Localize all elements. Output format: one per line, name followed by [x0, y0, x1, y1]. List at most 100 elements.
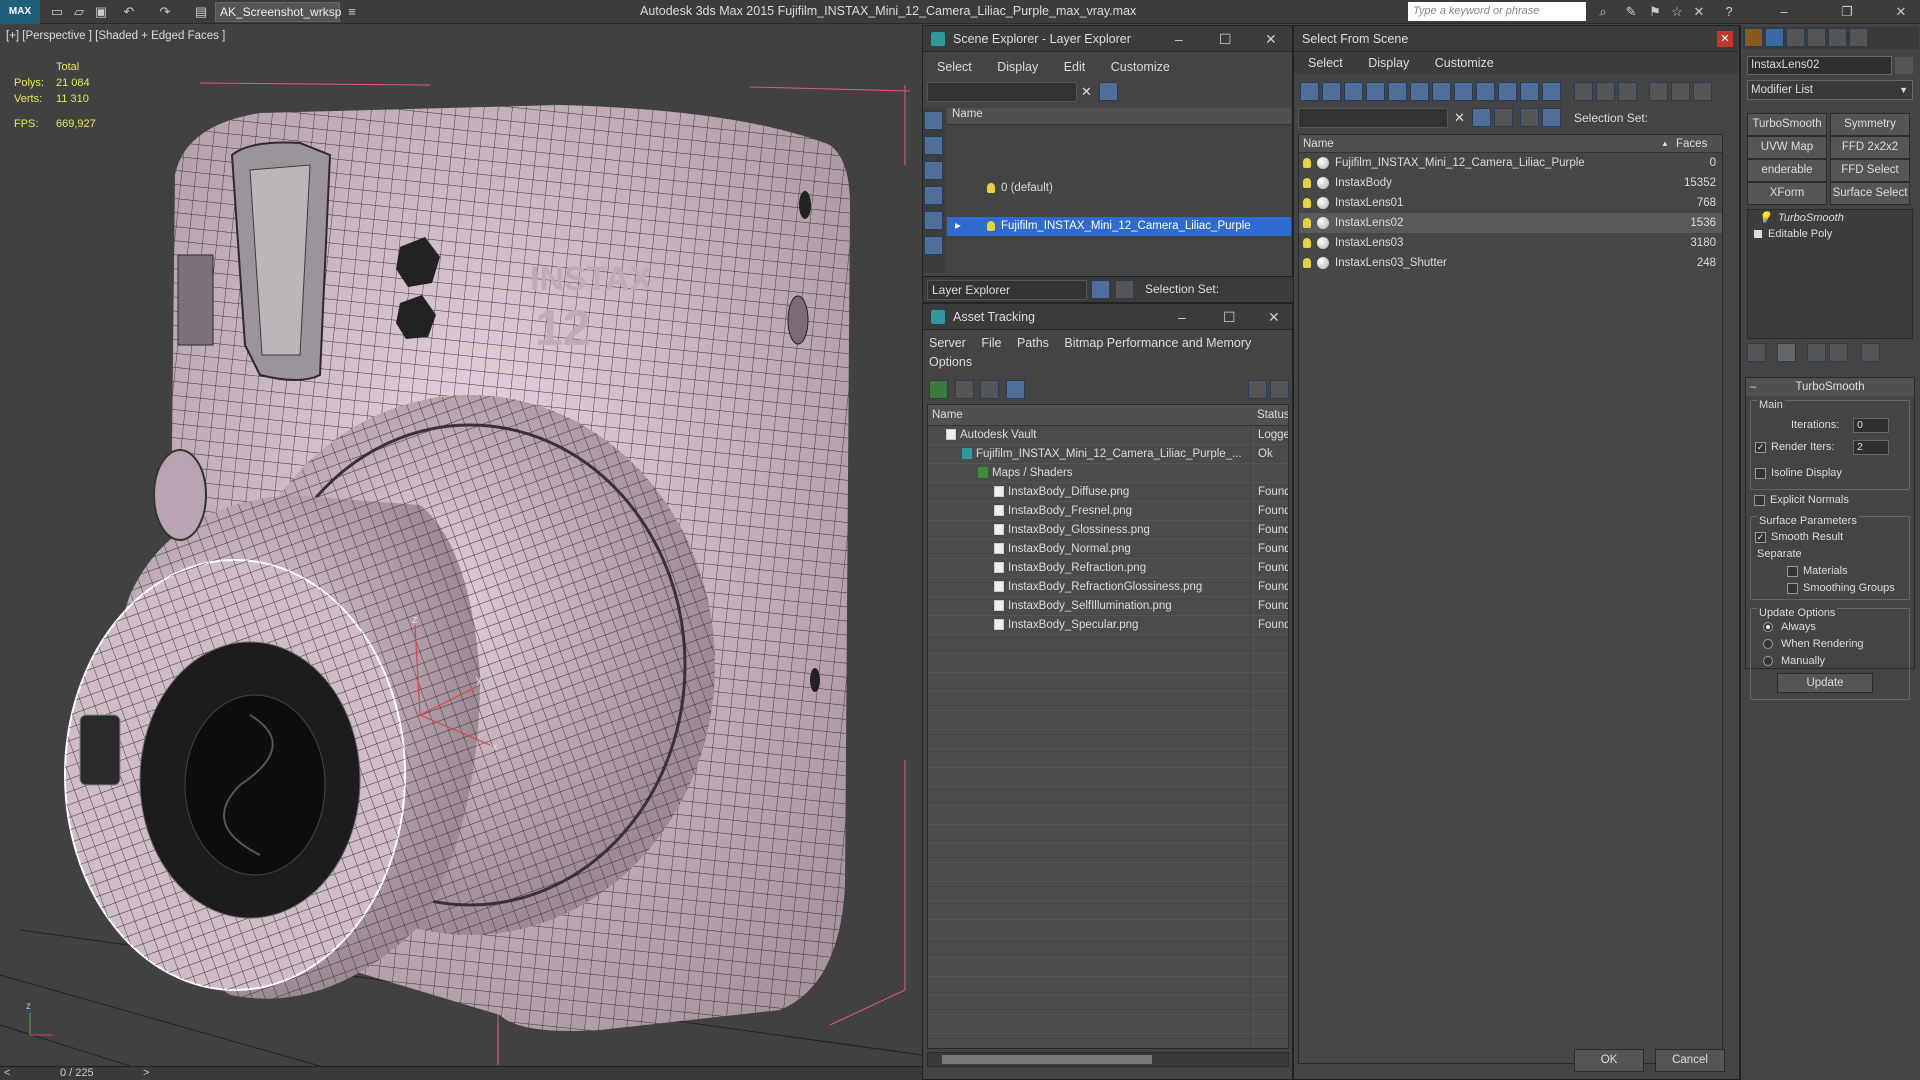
open-file-icon[interactable]: ▱ [70, 3, 88, 21]
subscription-icon[interactable]: ⚑ [1646, 3, 1664, 21]
col-faces[interactable]: Faces [1676, 135, 1707, 153]
display-geometry-icon[interactable] [924, 136, 943, 155]
close-window-icon[interactable]: ✕ [1892, 3, 1910, 21]
menu-display[interactable]: Display [1368, 56, 1409, 70]
scene-object-row[interactable]: InstaxBody 15352 [1299, 173, 1722, 193]
render-iters-checkbox[interactable]: ✓ [1755, 441, 1766, 453]
update-button[interactable]: Update [1777, 673, 1873, 693]
display-shapes-icon[interactable] [924, 161, 943, 180]
display-none-icon[interactable] [924, 111, 943, 130]
display-groups-icon[interactable] [1432, 82, 1451, 101]
undo-icon[interactable]: ↶ [120, 3, 138, 21]
ffd-2x2x2-button[interactable]: FFD 2x2x2 [1830, 136, 1910, 159]
object-name-input[interactable]: InstaxLens02 [1747, 56, 1892, 75]
visibility-bulb-icon[interactable] [1303, 157, 1311, 168]
settings-icon[interactable] [1270, 380, 1289, 399]
scene-search-input[interactable] [1298, 108, 1448, 128]
menu-customize[interactable]: Customize [1111, 60, 1170, 74]
maximize-icon[interactable]: ☐ [1223, 304, 1236, 330]
workspace-menu-icon[interactable]: ≡ [343, 3, 361, 21]
display-lights-icon[interactable] [924, 186, 943, 205]
always-radio[interactable] [1763, 622, 1773, 633]
remove-modifier-icon[interactable] [1829, 343, 1848, 362]
asset-row[interactable]: Maps / Shaders [928, 464, 1288, 483]
asset-col-status[interactable]: Status [1257, 405, 1288, 426]
menu-customize[interactable]: Customize [1435, 56, 1494, 70]
help-icon[interactable] [1248, 380, 1267, 399]
invert-display-icon[interactable] [1617, 82, 1637, 101]
smoothing-groups-checkbox[interactable] [1787, 582, 1798, 594]
surface-select-button[interactable]: Surface Select [1830, 182, 1910, 205]
binoculars-icon[interactable]: ⌕ [1594, 3, 1612, 21]
symmetry-button[interactable]: Symmetry [1830, 113, 1910, 136]
menu-edit[interactable]: Edit [1064, 60, 1086, 74]
isoline-checkbox[interactable] [1755, 467, 1766, 479]
menu-options[interactable]: Options [929, 355, 972, 369]
asset-row[interactable]: InstaxBody_Fresnel.png Found [928, 502, 1288, 521]
layer-row-camera[interactable]: ▸ Fujifilm_INSTAX_Mini_12_Camera_Liliac_P… [947, 217, 1291, 236]
cancel-button[interactable]: Cancel [1655, 1049, 1725, 1072]
lightbulb-icon[interactable]: 💡 [1758, 210, 1772, 226]
scene-object-row[interactable]: InstaxLens03 3180 [1299, 233, 1722, 253]
menu-display[interactable]: Display [997, 60, 1038, 74]
filter-funnel-icon[interactable] [1649, 82, 1669, 101]
table-view-icon[interactable] [1005, 380, 1025, 399]
close-icon[interactable]: ✕ [1268, 304, 1280, 330]
hierarchy-mode-icon[interactable] [1115, 280, 1134, 299]
turbosmooth-button[interactable]: TurboSmooth [1747, 113, 1827, 136]
xform-button[interactable]: XForm [1747, 182, 1827, 205]
help-icon[interactable]: ? [1720, 3, 1738, 21]
ffd-select-button[interactable]: FFD Select [1830, 159, 1910, 182]
hierarchy-icon[interactable] [1671, 82, 1691, 101]
visibility-bulb-icon[interactable] [987, 182, 995, 193]
filter-icon[interactable] [1472, 108, 1491, 127]
asset-row[interactable]: InstaxBody_Diffuse.png Found [928, 483, 1288, 502]
visibility-bulb-icon[interactable] [1303, 257, 1311, 268]
asset-row[interactable]: InstaxBody_Specular.png Found [928, 616, 1288, 635]
new-file-icon[interactable]: ▭ [48, 3, 66, 21]
next-frame-icon[interactable]: > [143, 1067, 149, 1079]
display-frozen-icon[interactable] [1520, 82, 1539, 101]
minimize-window-icon[interactable]: – [1775, 3, 1793, 21]
menu-select[interactable]: Select [1308, 56, 1343, 70]
display-cameras-icon[interactable] [1366, 82, 1385, 101]
perspective-viewport[interactable]: INSTAX 12 x y z z [+] [Perspective] [Sh… [0, 25, 922, 1066]
stack-item-editable-poly[interactable]: Editable Poly [1748, 226, 1912, 242]
smooth-result-checkbox[interactable]: ✓ [1755, 531, 1766, 543]
layer-explorer-titlebar[interactable]: Scene Explorer - Layer Explorer – ☐ ✕ [923, 26, 1292, 52]
project-folder-icon[interactable]: ▤ [192, 3, 210, 21]
hierarchy-mode-icon[interactable] [1542, 108, 1561, 127]
minimize-icon[interactable]: – [1175, 26, 1183, 52]
manually-radio[interactable] [1763, 656, 1773, 667]
make-unique-icon[interactable] [1807, 343, 1826, 362]
clear-search-icon[interactable]: ✕ [1454, 110, 1465, 126]
modifier-list-dropdown[interactable]: Modifier List ▼ [1747, 80, 1913, 100]
restore-window-icon[interactable]: ❐ [1838, 3, 1856, 21]
sort-ascending-icon[interactable]: ▲ [1661, 135, 1669, 153]
horizontal-scrollbar[interactable] [927, 1052, 1289, 1067]
scene-object-row[interactable]: InstaxLens02 1536 [1299, 213, 1722, 233]
visibility-bulb-icon[interactable] [1303, 197, 1311, 208]
explicit-normals-row[interactable]: Explicit Normals [1754, 494, 1849, 506]
scene-object-row[interactable]: InstaxLens01 768 [1299, 193, 1722, 213]
display-containers-icon[interactable] [1498, 82, 1517, 101]
asset-row[interactable]: InstaxBody_Glossiness.png Found [928, 521, 1288, 540]
layer-filter-input[interactable] [927, 82, 1077, 102]
tools-icon[interactable]: ✎ [1622, 3, 1640, 21]
search-input[interactable]: Type a keyword or phrase [1408, 2, 1586, 21]
when-rendering-radio[interactable] [1763, 639, 1773, 650]
select-from-scene-titlebar[interactable]: Select From Scene ✕ [1294, 26, 1739, 52]
columns-icon[interactable] [1693, 82, 1713, 101]
close-icon[interactable]: ✕ [1265, 26, 1277, 52]
asset-tracking-titlebar[interactable]: Asset Tracking – ☐ ✕ [923, 304, 1292, 330]
stack-item-turbosmooth[interactable]: 💡 TurboSmooth [1748, 210, 1912, 226]
renderable-spline-button[interactable]: enderable Splin [1747, 159, 1827, 182]
asset-row[interactable]: InstaxBody_SelfIllumination.png Found [928, 597, 1288, 616]
filter-icon[interactable] [1099, 82, 1118, 101]
menu-paths[interactable]: Paths [1017, 336, 1049, 350]
close-icon[interactable]: ✕ [1717, 31, 1733, 47]
layer-row-default[interactable]: 0 (default) [947, 179, 1291, 198]
visibility-bulb-icon[interactable] [1303, 237, 1311, 248]
display-helpers-icon[interactable] [1388, 82, 1407, 101]
redo-icon[interactable]: ↷ [156, 3, 174, 21]
